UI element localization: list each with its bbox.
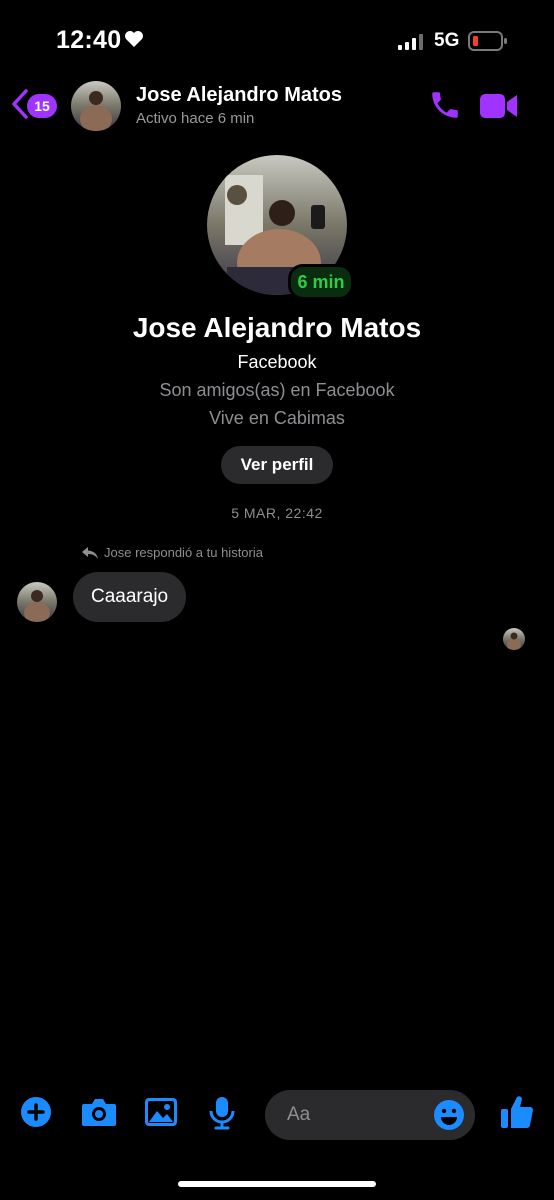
signal-icon xyxy=(398,34,426,55)
camera-icon[interactable] xyxy=(81,1096,117,1133)
reply-note-text: Jose respondió a tu historia xyxy=(104,545,263,560)
contact-name[interactable]: Jose Alejandro Matos xyxy=(136,84,342,107)
date-separator: 5 MAR, 22:42 xyxy=(231,505,323,521)
battery-low-icon xyxy=(468,31,508,56)
phone-call-icon[interactable] xyxy=(428,88,462,127)
active-time-badge: 6 min xyxy=(288,264,354,300)
message-bubble[interactable]: Caaarajo xyxy=(73,572,187,622)
video-call-icon[interactable] xyxy=(480,92,518,125)
message-input-placeholder: Aa xyxy=(287,1104,311,1125)
gallery-icon[interactable] xyxy=(144,1096,178,1133)
story-reply-note: Jose respondió a tu historia xyxy=(82,545,263,560)
unread-count-badge[interactable]: 15 xyxy=(27,94,57,118)
friends-info: Son amigos(as) en Facebook xyxy=(159,380,395,400)
view-profile-button[interactable]: Ver perfil xyxy=(221,446,333,484)
network-type: 5G xyxy=(434,30,460,51)
message-input[interactable]: Aa xyxy=(265,1090,475,1140)
sender-avatar[interactable] xyxy=(17,582,57,622)
contact-avatar[interactable] xyxy=(71,81,121,131)
microphone-icon[interactable] xyxy=(208,1096,236,1135)
location-info: Vive en Cabimas xyxy=(209,408,345,428)
heart-icon xyxy=(124,30,144,53)
thumbs-up-icon[interactable] xyxy=(500,1094,534,1135)
home-indicator xyxy=(178,1181,376,1187)
plus-circle-icon[interactable] xyxy=(20,1096,52,1133)
profile-name: Jose Alejandro Matos xyxy=(132,312,422,343)
emoji-icon[interactable] xyxy=(433,1099,465,1136)
contact-status: Activo hace 6 min xyxy=(136,110,255,127)
profile-source: Facebook xyxy=(237,352,317,372)
status-time: 12:40 xyxy=(56,26,122,54)
seen-receipt-avatar xyxy=(503,628,525,650)
reply-arrow-icon xyxy=(82,546,98,559)
